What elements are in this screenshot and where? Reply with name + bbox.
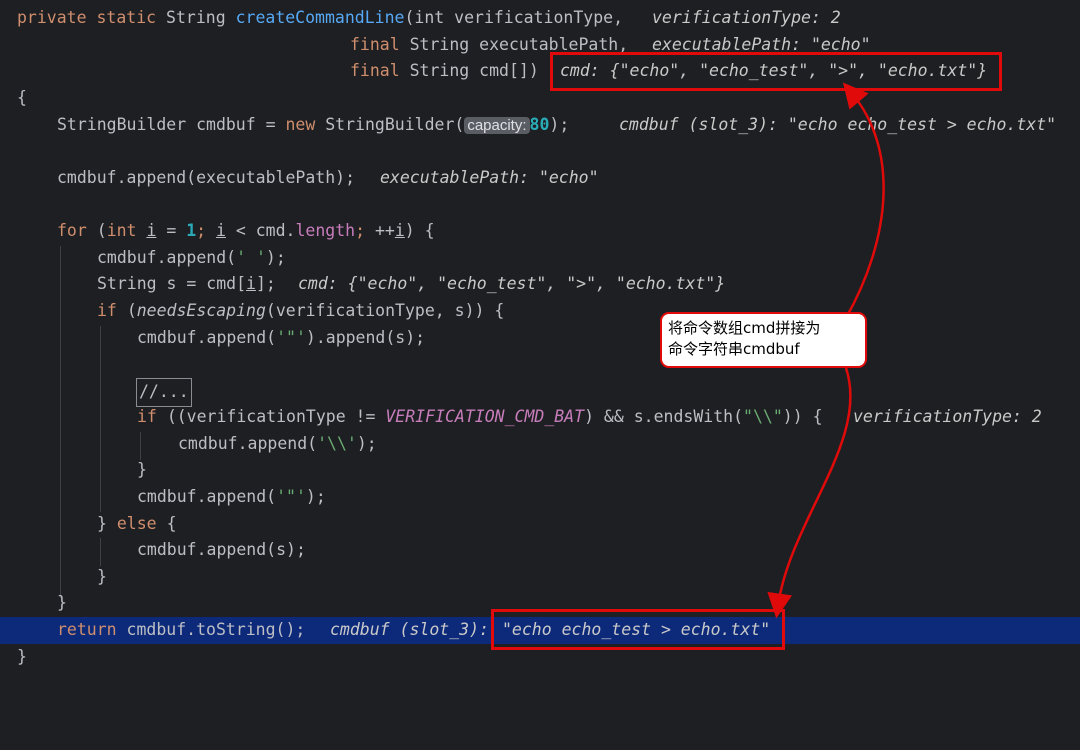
annotation-line-2: 命令字符串cmdbuf [668,340,800,358]
annotation-line-1: 将命令数组cmd拼接为 [668,319,821,337]
arrow-to-cmd [842,82,885,319]
code-editor[interactable]: private static String createCommandLine(… [0,0,1080,683]
annotation-callout: 将命令数组cmd拼接为 命令字符串cmdbuf [660,312,867,368]
annotation-arrows [767,82,885,619]
arrow-to-result [767,367,852,619]
